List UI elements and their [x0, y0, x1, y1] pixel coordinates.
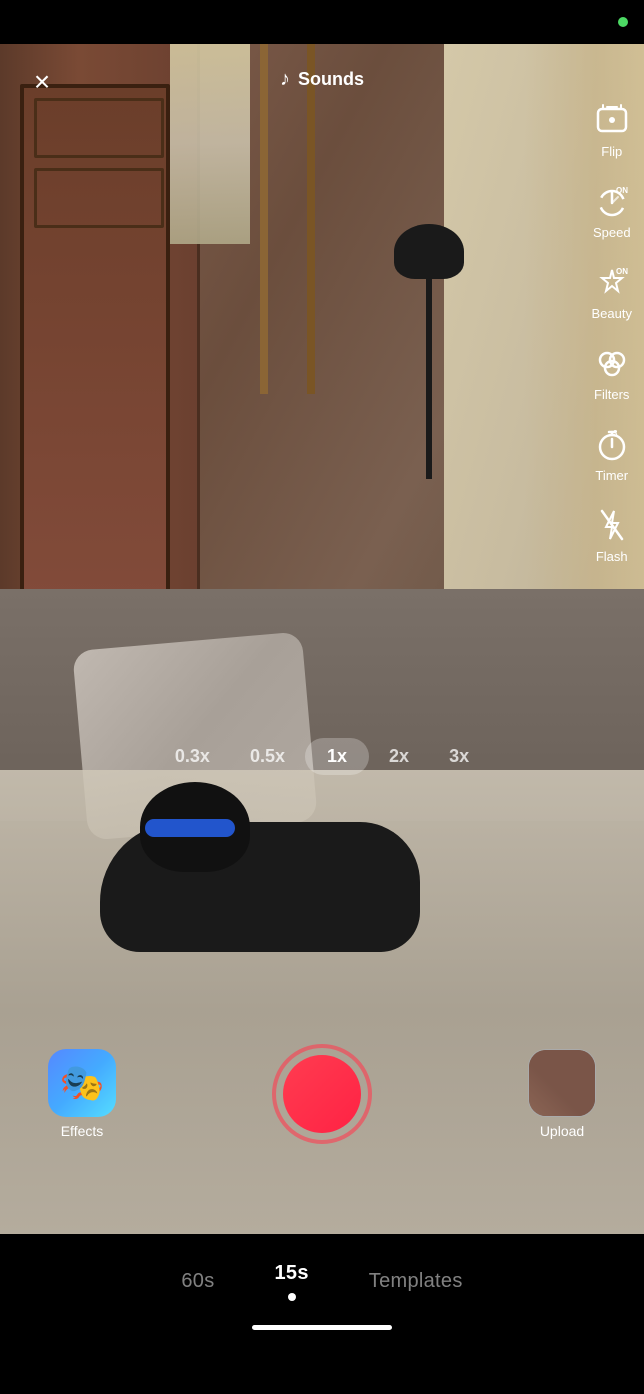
- background-ladder: [255, 44, 325, 394]
- sounds-button[interactable]: ♪ Sounds: [280, 68, 364, 91]
- timer-icon: 3: [592, 424, 632, 464]
- timer-label: Timer: [595, 468, 628, 483]
- background-window: [170, 44, 250, 244]
- flash-label: Flash: [596, 549, 628, 564]
- status-indicator: [618, 17, 628, 27]
- close-button-area[interactable]: ×: [20, 60, 64, 104]
- close-icon: ×: [34, 68, 50, 96]
- speed-label: Speed: [593, 225, 631, 240]
- speed-icon: ON: [592, 181, 632, 221]
- upload-label: Upload: [540, 1123, 584, 1139]
- upload-button[interactable]: Upload: [528, 1049, 596, 1139]
- flip-label: Flip: [601, 144, 622, 159]
- camera-controls-panel: Flip ON Speed ON Beauty: [592, 100, 632, 564]
- effects-button[interactable]: 🎭 Effects: [48, 1049, 116, 1139]
- filters-label: Filters: [594, 387, 629, 402]
- sounds-label: Sounds: [298, 69, 364, 90]
- svg-text:ON: ON: [616, 186, 628, 195]
- beauty-control[interactable]: ON Beauty: [592, 262, 632, 321]
- bottom-controls-area: 🎭 Effects Upload: [0, 1014, 644, 1394]
- flip-icon: [592, 100, 632, 140]
- record-button-outer[interactable]: [272, 1044, 372, 1144]
- flip-control[interactable]: Flip: [592, 100, 632, 159]
- zoom-03x[interactable]: 0.3x: [155, 738, 230, 775]
- beauty-icon: ON: [592, 262, 632, 302]
- zoom-controls: 0.3x 0.5x 1x 2x 3x: [0, 730, 644, 782]
- effects-icon-box: 🎭: [48, 1049, 116, 1117]
- effects-label: Effects: [61, 1123, 104, 1139]
- flash-control[interactable]: Flash: [592, 505, 632, 564]
- flash-icon: [592, 505, 632, 545]
- speed-control[interactable]: ON Speed: [592, 181, 632, 240]
- zoom-2x[interactable]: 2x: [369, 738, 429, 775]
- beauty-label: Beauty: [592, 306, 632, 321]
- zoom-05x[interactable]: 0.5x: [230, 738, 305, 775]
- background-lamp: [414, 224, 444, 474]
- status-bar: [0, 0, 644, 44]
- filters-icon: [592, 343, 632, 383]
- close-button[interactable]: ×: [20, 60, 64, 104]
- record-button-wrapper: [272, 1044, 372, 1144]
- music-icon: ♪: [280, 68, 290, 91]
- record-button[interactable]: [283, 1055, 361, 1133]
- record-controls-row: 🎭 Effects Upload: [0, 1034, 644, 1154]
- effects-icon: 🎭: [60, 1062, 105, 1104]
- zoom-3x[interactable]: 3x: [429, 738, 489, 775]
- upload-icon-box: [528, 1049, 596, 1117]
- timer-control[interactable]: 3 Timer: [592, 424, 632, 483]
- svg-text:ON: ON: [616, 267, 628, 276]
- zoom-1x[interactable]: 1x: [305, 738, 369, 775]
- filters-control[interactable]: Filters: [592, 343, 632, 402]
- svg-text:3: 3: [613, 429, 618, 438]
- upload-thumbnail: [529, 1050, 595, 1116]
